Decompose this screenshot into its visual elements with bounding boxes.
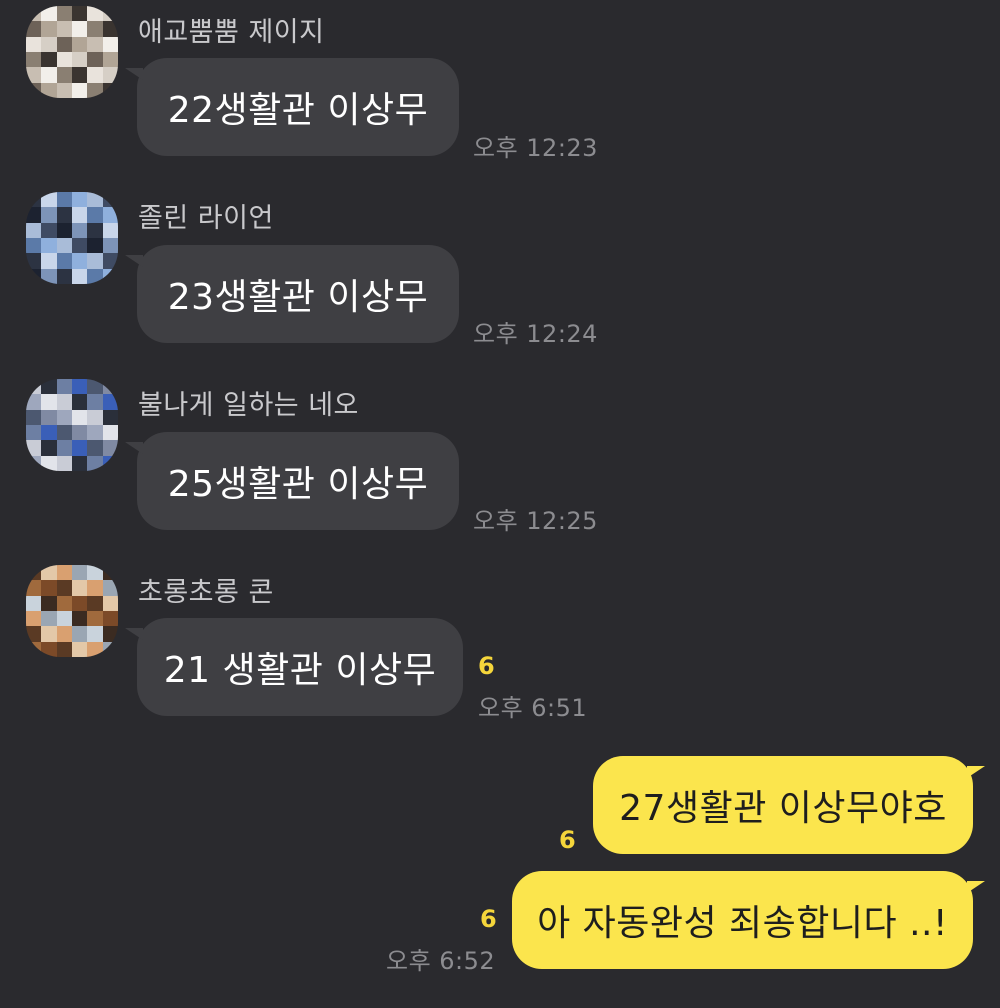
message-timestamp: 오후 6:51 xyxy=(478,694,588,722)
message-bubble[interactable]: 23생활관 이상무 xyxy=(125,245,459,343)
sender-name: 졸린 라이언 xyxy=(138,203,274,234)
sender-avatar[interactable] xyxy=(26,6,118,98)
sender-name: 애교뿜뿜 제이지 xyxy=(138,17,325,48)
message-bubble[interactable]: 25생활관 이상무 xyxy=(125,432,459,530)
message-bubble[interactable]: 21 생활관 이상무 xyxy=(125,618,463,716)
message-timestamp: 오후 12:25 xyxy=(473,507,598,535)
my-message-bubble[interactable]: 27생활관 이상무야호 xyxy=(593,756,985,854)
unread-count: 6 xyxy=(559,826,576,854)
sender-avatar[interactable] xyxy=(26,192,118,284)
unread-count: 6 xyxy=(480,905,497,933)
message-bubble[interactable]: 22생활관 이상무 xyxy=(125,58,459,156)
chat-room: 애교뿜뿜 제이지 22생활관 이상무 오후 12:23 졸린 라이언 23생활관… xyxy=(0,0,1000,1008)
message-timestamp: 오후 6:52 xyxy=(386,947,496,975)
my-message-bubble[interactable]: 아 자동완성 죄송합니다 ..! xyxy=(512,871,985,969)
sender-name: 불나게 일하는 네오 xyxy=(138,390,359,421)
unread-count: 6 xyxy=(478,652,495,680)
message-timestamp: 오후 12:23 xyxy=(473,134,598,162)
sender-avatar[interactable] xyxy=(26,379,118,471)
message-timestamp: 오후 12:24 xyxy=(473,320,598,348)
sender-avatar[interactable] xyxy=(26,565,118,657)
sender-name: 초롱초롱 콘 xyxy=(138,577,274,608)
